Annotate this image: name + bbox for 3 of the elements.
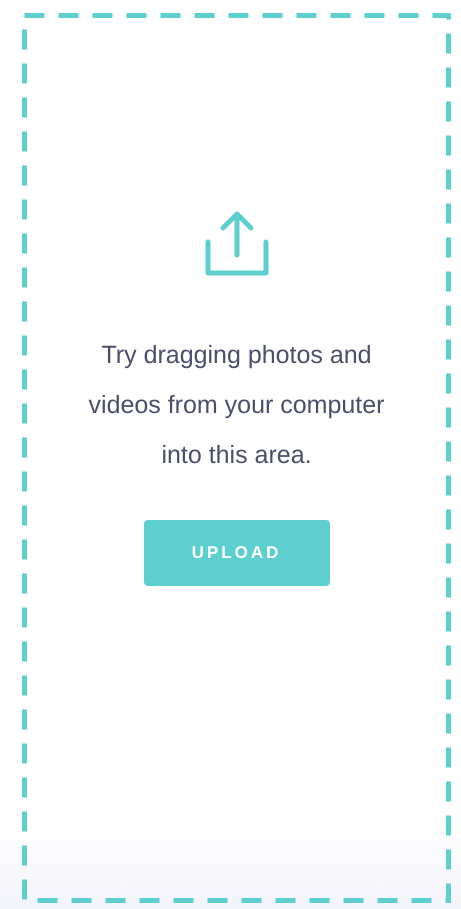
upload-icon: [204, 210, 268, 276]
drop-zone[interactable]: Try dragging photos and videos from your computer into this area. UPLOAD: [22, 13, 451, 903]
drop-message: Try dragging photos and videos from your computer into this area.: [88, 340, 386, 471]
